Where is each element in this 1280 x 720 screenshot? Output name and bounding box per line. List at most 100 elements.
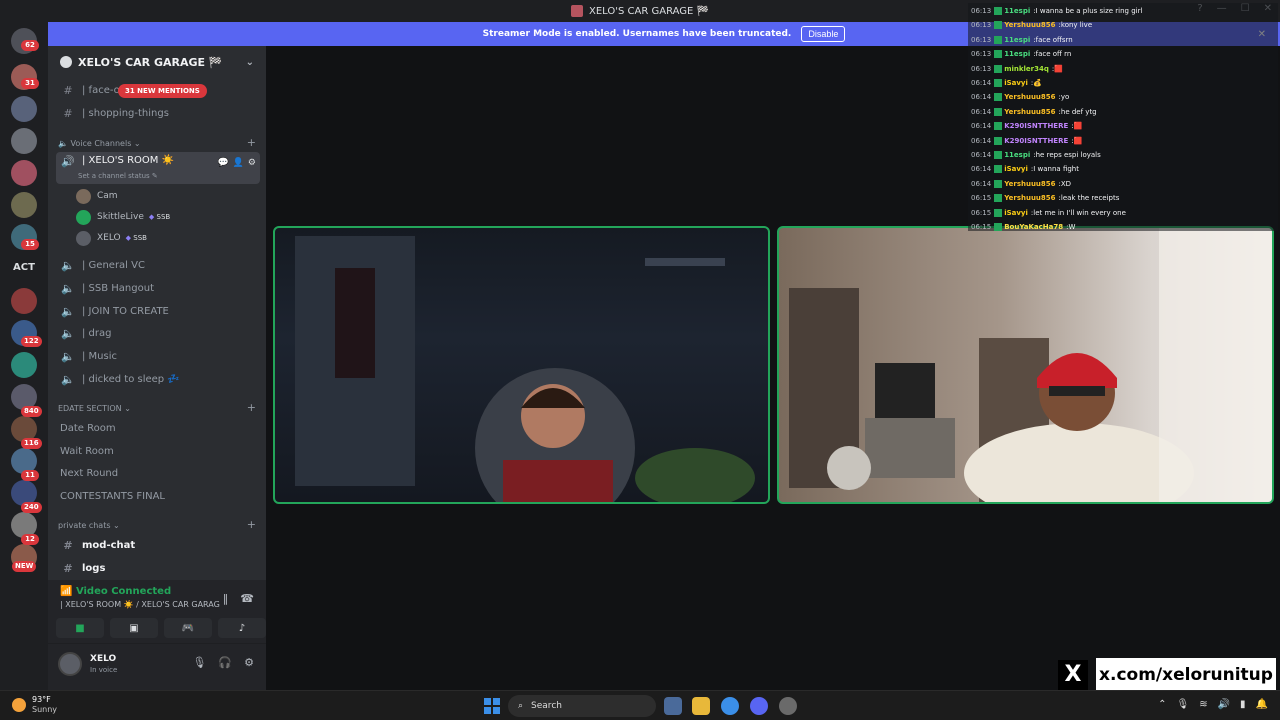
channel-logs[interactable]: # logs (56, 558, 260, 578)
noise-suppression-icon[interactable]: ‖ (223, 592, 229, 605)
disconnect-icon[interactable]: ☎ (240, 592, 254, 605)
server-icon[interactable] (11, 128, 37, 154)
voice-channel[interactable]: 🔈 | Music (56, 346, 260, 366)
chat-username: K290ISNTTHERE (1004, 136, 1069, 145)
app-icon[interactable] (779, 697, 797, 715)
disable-streamer-mode-button[interactable]: Disable (801, 26, 846, 42)
user-avatar[interactable] (58, 652, 82, 676)
streamer-mode-text: Streamer Mode is enabled. Usernames have… (482, 29, 792, 39)
search-icon: ⌕ (518, 701, 524, 711)
channel-contestants-final[interactable]: CONTESTANTS FINAL (56, 486, 260, 506)
voice-channel[interactable]: 🔈 | JOIN TO CREATE (56, 301, 260, 321)
voice-status[interactable]: 📶 Video Connected (60, 586, 171, 597)
speaker-icon: 🔈 (61, 349, 75, 363)
system-tray: ⌃ 🎙 ≋ 🔊 ▮ 🔔 (1158, 699, 1268, 710)
windows-start-icon[interactable] (484, 698, 500, 714)
chat-timestamp: 06:14 (971, 165, 992, 174)
taskbar-search[interactable]: ⌕ Search (508, 695, 656, 717)
gear-icon[interactable]: ⚙ (248, 158, 256, 168)
channel-next-round[interactable]: Next Round (56, 463, 260, 483)
chat-message: 06:15 BouYaKacHa78: W (971, 220, 1271, 234)
avatar (76, 188, 91, 204)
chat-message: 06:14 Yershuuu856: XD (971, 177, 1271, 191)
microphone-icon[interactable]: 🎙 (1176, 699, 1189, 710)
battery-icon[interactable]: ▮ (1240, 699, 1246, 710)
chat-icon[interactable]: 💬 (217, 158, 228, 168)
chat-message: 06:14 Yershuuu856: yo (971, 90, 1271, 104)
subscriber-badge-icon (994, 165, 1003, 174)
category-private-chats[interactable]: private chats ⌄ (58, 521, 120, 530)
voice-user[interactable]: SkittleLive SSB (76, 208, 170, 226)
add-member-icon[interactable]: 👤 (233, 158, 244, 168)
user-status: In voice (90, 666, 118, 674)
server-icon[interactable] (11, 352, 37, 378)
chat-timestamp: 06:13 (971, 7, 992, 15)
new-mentions-pill[interactable]: 31 NEW MENTIONS (118, 84, 207, 98)
channel-date-room[interactable]: Date Room (56, 418, 260, 438)
chat-username: Yershuuu856 (1004, 93, 1056, 102)
chat-overlay: 06:13 11espi: I wanna be a plus size ring… (968, 3, 1278, 231)
add-channel-icon[interactable]: + (247, 401, 256, 414)
subscriber-badge-icon (994, 21, 1003, 30)
add-channel-icon[interactable]: + (247, 136, 256, 149)
chat-text: yo (1060, 93, 1070, 102)
screen-share-button[interactable]: ▣ (110, 618, 158, 638)
voice-user[interactable]: Cam (76, 187, 118, 205)
voice-channel[interactable]: 🔈 | dicked to sleep 💤 (56, 369, 260, 389)
activity-button[interactable]: 🎮 (164, 618, 212, 638)
file-explorer-icon[interactable] (692, 697, 710, 715)
app-icon[interactable] (664, 697, 682, 715)
chat-username: iSavyi (1004, 208, 1028, 217)
voice-location[interactable]: | XELO'S ROOM ☀️ / XELO'S CAR GARAGE ... (60, 600, 220, 609)
server-icon[interactable] (11, 160, 37, 186)
video-tile-right[interactable] (777, 226, 1274, 504)
video-feed (295, 236, 755, 502)
channel-label: | XELO'S ROOM ☀️ (82, 155, 175, 166)
chat-timestamp: 06:14 (971, 122, 992, 131)
category-label: private chats (58, 521, 111, 530)
new-badge[interactable]: NEW (12, 561, 37, 572)
channel-mod-chat[interactable]: # mod-chat (56, 535, 260, 555)
channel-shopping-things[interactable]: # | shopping-things (56, 103, 260, 123)
chat-message: 06:13 Yershuuu856: kony live (971, 18, 1271, 32)
subscriber-badge-icon (994, 194, 1003, 203)
microphone-icon[interactable]: 🎙 (192, 656, 206, 669)
server-icon[interactable] (11, 96, 37, 122)
speaker-icon: 🔈 (58, 139, 71, 148)
server-icon[interactable] (11, 288, 37, 314)
voice-channel[interactable]: 🔈 | SSB Hangout (56, 278, 260, 298)
camera-button[interactable]: ■ (56, 618, 104, 638)
chat-username: Yershuuu856 (1004, 194, 1056, 203)
server-icon[interactable] (11, 192, 37, 218)
add-channel-icon[interactable]: + (247, 518, 256, 531)
chat-username: Yershuuu856 (1004, 179, 1056, 188)
channel-wait-room[interactable]: Wait Room (56, 441, 260, 461)
hash-icon: # (63, 106, 73, 120)
category-edate-section[interactable]: EDATE SECTION ⌄ (58, 404, 131, 413)
soundboard-button[interactable]: ♪ (218, 618, 266, 638)
chevron-up-icon[interactable]: ⌃ (1158, 699, 1166, 710)
notification-icon[interactable]: 🔔 (1256, 699, 1268, 710)
voice-channel[interactable]: 🔈 | General VC (56, 255, 260, 275)
voice-user[interactable]: XELO SSB (76, 229, 147, 247)
voice-channel[interactable]: 🔈 | drag (56, 323, 260, 343)
guild-header[interactable]: XELO'S CAR GARAGE 🏁 ⌄ (48, 46, 266, 78)
chat-username: iSavyi (1004, 79, 1028, 87)
headphones-icon[interactable]: 🎧 (218, 656, 232, 669)
gear-icon[interactable]: ⚙ (244, 656, 254, 669)
wifi-icon[interactable]: ≋ (1199, 699, 1207, 710)
chrome-icon[interactable] (721, 697, 739, 715)
chat-message: 06:14 K290ISNTTHERE: 🟥 (971, 134, 1271, 148)
voice-action-buttons: ■ ▣ 🎮 ♪ (56, 618, 266, 638)
server-act[interactable]: ACT (8, 262, 40, 273)
user-name[interactable]: XELO (90, 654, 116, 664)
video-tile-left[interactable] (273, 226, 770, 504)
weather-widget[interactable]: 93°F Sunny (12, 695, 57, 715)
discord-icon[interactable] (750, 697, 768, 715)
volume-icon[interactable]: 🔊 (1218, 699, 1230, 710)
subscriber-badge-icon (994, 136, 1003, 145)
chat-text: he def ytg (1060, 107, 1097, 116)
channel-status[interactable]: Set a channel status ✎ (78, 172, 158, 180)
subscriber-badge-icon (994, 107, 1003, 116)
category-voice-channels[interactable]: 🔈 Voice Channels ⌄ (58, 139, 141, 148)
